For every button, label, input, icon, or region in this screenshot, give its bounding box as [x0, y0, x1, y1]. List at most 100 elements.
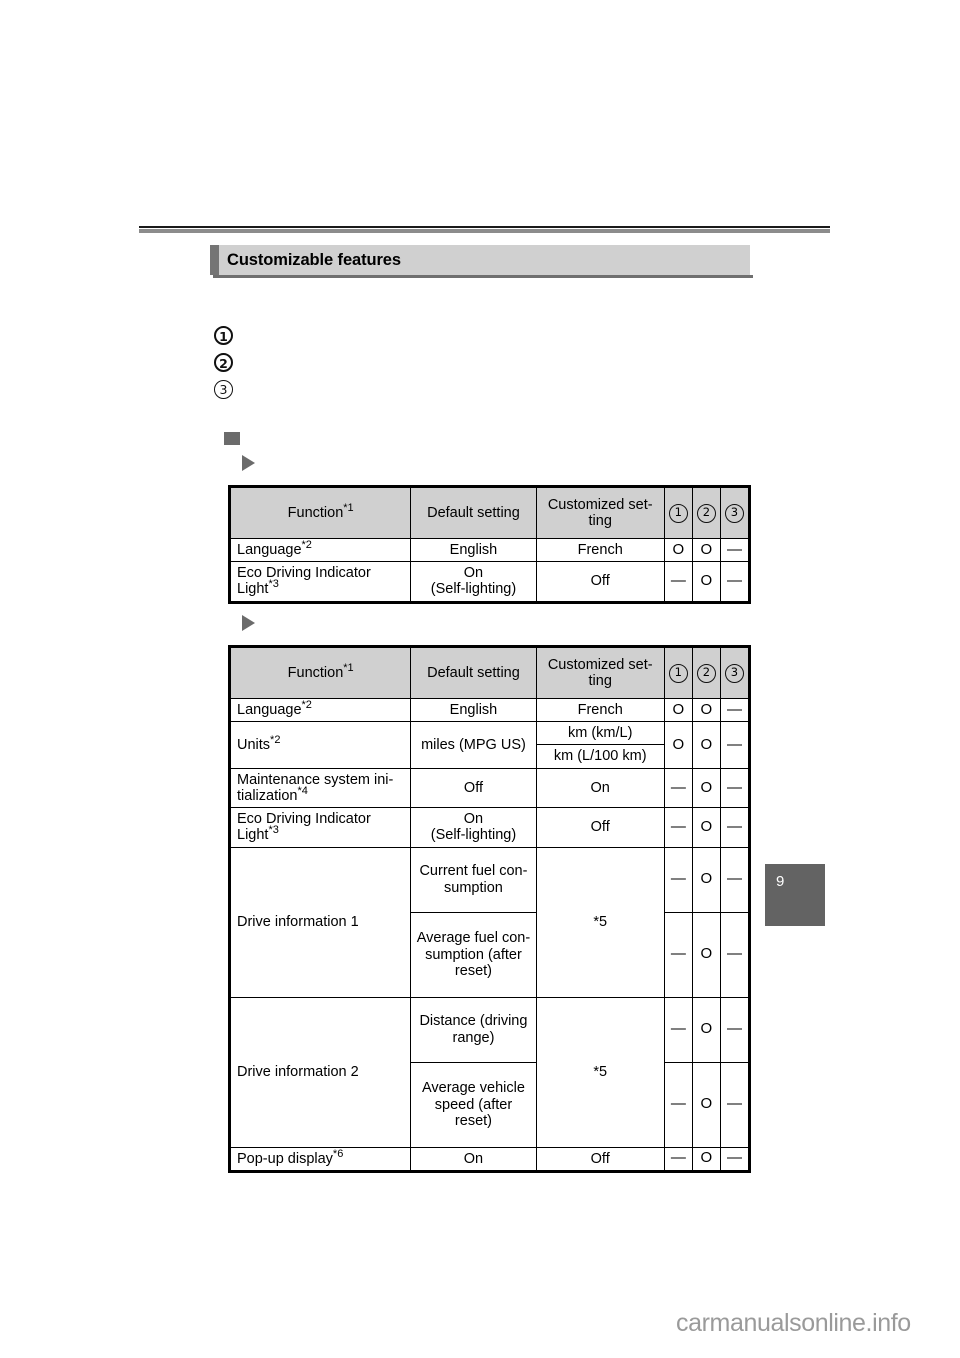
cell-customized: Off: [535, 561, 665, 602]
table-row: Drive information 1 Current fuel con-sum…: [229, 846, 750, 998]
cell-function: Drive information 1: [229, 846, 412, 998]
cell-col-3: —: [719, 537, 750, 563]
cell-function: Drive information 2: [229, 996, 412, 1148]
circled-number-2-marker: 2: [214, 353, 233, 372]
cell-col-3: —: [719, 721, 750, 769]
triangle-bullet-icon: [242, 615, 255, 631]
table-row: Drive information 2 Distance (driving ra…: [229, 996, 750, 1148]
cell-col-2: O: [691, 561, 721, 602]
cell-col-2: O: [691, 807, 721, 848]
table-row: Units*2 miles (MPG US) km (km/L) O O —: [229, 721, 750, 769]
cell-default: On: [410, 1146, 537, 1171]
cell-function: Eco Driving Indicator Light*3: [229, 807, 412, 848]
cell-col-2: O: [691, 996, 721, 1063]
chapter-number: 9: [776, 873, 785, 890]
cell-col-1: —: [663, 1061, 693, 1148]
cell-function: Eco Driving Indicator Light*3: [229, 561, 412, 602]
cell-col-1: O: [663, 697, 693, 723]
section-header: Customizable features: [210, 245, 750, 275]
cell-function: Language*2: [229, 537, 412, 563]
cell-col-1: —: [663, 996, 693, 1063]
cell-customized: On: [535, 767, 665, 809]
cell-default: Off: [410, 767, 537, 809]
cell-col-1: —: [663, 767, 693, 809]
section-header-accent-bar: [210, 245, 219, 275]
cell-function: Maintenance system ini-tialization*4: [229, 767, 412, 809]
cell-function: Units*2: [229, 721, 412, 769]
table-row: Eco Driving Indicator Light*3 On (Self-l…: [229, 561, 750, 602]
page-top-rule: [139, 229, 830, 233]
cell-col-2: O: [691, 846, 721, 913]
header-col-2: 2: [691, 647, 721, 699]
table-row: Pop-up display*6 On Off — O —: [229, 1146, 750, 1171]
cell-col-2: O: [691, 911, 721, 998]
cell-col-1: —: [663, 1146, 693, 1171]
cell-function: Language*2: [229, 697, 412, 723]
header-col-3: 3: [719, 487, 750, 539]
circled-number-3-marker: 3: [214, 380, 233, 399]
page-top-rule-thin: [139, 226, 830, 228]
cell-col-1: —: [663, 911, 693, 998]
customizable-features-table-2: Function*1 Default setting Customized se…: [228, 645, 751, 1173]
cell-default: English: [410, 537, 537, 563]
cell-col-1: —: [663, 846, 693, 913]
triangle-bullet-icon: [242, 455, 255, 471]
cell-default-b: Average fuel con-sumption (after reset): [410, 911, 537, 998]
cell-col-3: —: [719, 697, 750, 723]
table-row: Language*2 English French O O —: [229, 537, 750, 563]
page-title: Customizable features: [227, 251, 401, 269]
cell-customized-b: km (L/100 km): [535, 744, 665, 769]
chapter-tab: 9: [765, 864, 825, 926]
cell-col-3: —: [719, 846, 750, 913]
table-row: Eco Driving Indicator Light*3 On (Self-l…: [229, 807, 750, 848]
header-default-setting: Default setting: [410, 647, 537, 699]
cell-col-2: O: [691, 1146, 721, 1171]
cell-customized: Off: [535, 807, 665, 848]
cell-default-a: Distance (driving range): [410, 996, 537, 1063]
cell-default: miles (MPG US): [410, 721, 537, 769]
square-bullet-icon: [224, 432, 240, 445]
cell-col-1: O: [663, 537, 693, 563]
cell-customized: *5: [535, 996, 665, 1148]
cell-default: English: [410, 697, 537, 723]
header-customized-setting: Customized set-ting: [535, 487, 665, 539]
table-row: Maintenance system ini-tialization*4 Off…: [229, 767, 750, 809]
cell-col-2: O: [691, 721, 721, 769]
header-function: Function*1: [229, 487, 412, 539]
circled-number-1-marker: 1: [214, 326, 233, 345]
cell-function: Pop-up display*6: [229, 1146, 412, 1171]
cell-customized: *5: [535, 846, 665, 998]
cell-customized: Off: [535, 1146, 665, 1171]
cell-col-1: —: [663, 561, 693, 602]
cell-col-1: O: [663, 721, 693, 769]
cell-customized-a: km (km/L): [535, 721, 665, 746]
cell-default: On (Self-lighting): [410, 561, 537, 602]
cell-col-3: —: [719, 1146, 750, 1171]
cell-col-3: —: [719, 767, 750, 809]
cell-default-b: Average vehicle speed (after reset): [410, 1061, 537, 1148]
cell-col-3: —: [719, 1061, 750, 1148]
cell-customized: French: [535, 697, 665, 723]
header-col-3: 3: [719, 647, 750, 699]
cell-col-3: —: [719, 911, 750, 998]
header-function: Function*1: [229, 647, 412, 699]
cell-col-3: —: [719, 996, 750, 1063]
cell-col-2: O: [691, 537, 721, 563]
header-col-2: 2: [691, 487, 721, 539]
header-default-setting: Default setting: [410, 487, 537, 539]
cell-default-a: Current fuel con-sumption: [410, 846, 537, 913]
cell-default: On (Self-lighting): [410, 807, 537, 848]
cell-col-2: O: [691, 697, 721, 723]
customizable-features-table-1: Function*1 Default setting Customized se…: [228, 485, 751, 604]
header-col-1: 1: [663, 647, 693, 699]
table-row: Language*2 English French O O —: [229, 697, 750, 723]
cell-col-3: —: [719, 561, 750, 602]
site-watermark: carmanualsonline.info: [676, 1309, 911, 1337]
table-header-row: Function*1 Default setting Customized se…: [229, 487, 750, 539]
cell-col-2: O: [691, 767, 721, 809]
cell-col-3: —: [719, 807, 750, 848]
section-header-shadow: [213, 275, 753, 278]
header-customized-setting: Customized set-ting: [535, 647, 665, 699]
cell-col-1: —: [663, 807, 693, 848]
cell-col-2: O: [691, 1061, 721, 1148]
